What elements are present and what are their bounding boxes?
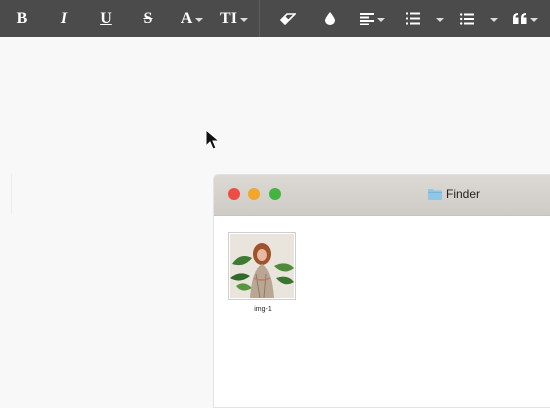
quote-button[interactable] — [508, 0, 542, 37]
quote-icon — [512, 13, 526, 24]
chevron-down-icon — [195, 17, 204, 22]
chevron-down-icon — [239, 17, 248, 22]
close-button[interactable] — [228, 188, 240, 200]
strikethrough-button[interactable]: S — [136, 0, 160, 37]
chevron-down-icon — [490, 17, 498, 22]
desktop-trace — [11, 174, 12, 214]
finder-titlebar[interactable]: Finder — [214, 175, 550, 216]
bold-button[interactable]: B — [10, 0, 34, 37]
eraser-icon — [280, 12, 296, 25]
window-title: Finder — [428, 187, 480, 201]
photo-thumbnail-icon — [230, 234, 294, 299]
finder-window: Finder img-1 — [213, 174, 550, 408]
italic-label: I — [60, 9, 68, 27]
align-button[interactable] — [356, 0, 388, 37]
drop-icon — [325, 12, 335, 25]
chevron-down-icon — [376, 17, 385, 22]
clear-format-button[interactable] — [276, 0, 300, 37]
font-color-label: A — [180, 9, 193, 27]
mouse-cursor-icon — [205, 129, 221, 150]
file-name: img-1 — [254, 306, 272, 313]
font-color-button[interactable]: A — [176, 0, 208, 37]
ordered-list-icon — [406, 12, 420, 25]
image-thumbnail — [228, 232, 296, 300]
file-item[interactable]: img-1 — [228, 232, 298, 313]
chevron-down-icon — [529, 17, 538, 22]
align-icon — [359, 12, 374, 25]
underline-button[interactable]: U — [94, 0, 118, 37]
formatting-toolbar: B I U S A TI — [0, 0, 550, 37]
unordered-list-button[interactable] — [456, 0, 502, 37]
folder-icon — [428, 188, 442, 200]
italic-button[interactable]: I — [52, 0, 76, 37]
chevron-down-icon — [436, 17, 444, 22]
bold-label: B — [16, 9, 28, 27]
strikethrough-label: S — [143, 9, 153, 27]
unordered-list-icon — [460, 12, 474, 25]
underline-label: U — [100, 9, 112, 27]
font-size-button[interactable]: TI — [218, 0, 250, 37]
zoom-button[interactable] — [269, 188, 281, 200]
window-title-text: Finder — [446, 187, 481, 201]
font-size-label: TI — [220, 9, 237, 27]
toolbar-divider — [259, 0, 260, 37]
highlight-button[interactable] — [318, 0, 342, 37]
minimize-button[interactable] — [248, 188, 260, 200]
ordered-list-button[interactable] — [402, 0, 448, 37]
